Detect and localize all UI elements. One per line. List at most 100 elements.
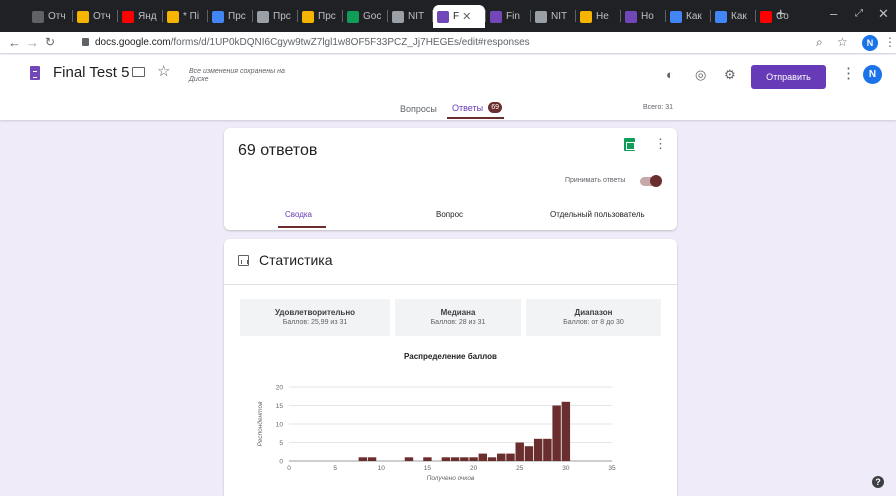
palette-icon[interactable]: ◐ xyxy=(666,67,674,82)
x-tick-label: 35 xyxy=(608,465,616,472)
statistics-card: Статистика Удовлетворительно Баллов: 25,… xyxy=(224,239,677,496)
x-tick-label: 20 xyxy=(470,465,478,472)
help-icon[interactable]: ? xyxy=(872,476,884,488)
histogram-bar xyxy=(441,457,451,461)
browser-tab[interactable]: Янд xyxy=(118,5,162,28)
histogram-bar xyxy=(367,457,377,461)
responses-more-icon[interactable]: ⋮ xyxy=(654,136,667,152)
x-axis-label: Получено очков xyxy=(427,475,475,482)
browser-tab[interactable]: Прс xyxy=(298,5,342,28)
browser-tab-title: Прс xyxy=(228,11,246,22)
browser-tab[interactable]: Отч xyxy=(28,5,72,28)
histogram-bar xyxy=(460,457,469,461)
histogram-bar xyxy=(497,453,506,461)
browser-tab-title: Ho xyxy=(641,11,654,22)
browser-tab[interactable]: Не xyxy=(576,5,620,28)
slides-icon xyxy=(302,10,314,23)
browser-tab[interactable]: Fin xyxy=(486,5,530,28)
forms-header: Final Test 5 ☆ Все изменения сохранены н… xyxy=(0,55,896,120)
responses-title: 69 ответов xyxy=(238,142,318,159)
y-tick-label: 0 xyxy=(279,459,283,466)
browser-tab[interactable]: Goc xyxy=(343,5,387,28)
tab-individual[interactable]: Отдельный пользователь xyxy=(550,210,645,219)
browser-tab[interactable]: Прс xyxy=(253,5,297,28)
browser-tab-title: Прс xyxy=(318,11,336,22)
browser-tab[interactable]: Ho xyxy=(621,5,665,28)
tab-responses[interactable]: Ответы 69 xyxy=(452,102,503,113)
histogram-bar xyxy=(404,457,414,461)
browser-tab[interactable]: * Пі xyxy=(163,5,207,28)
stat-range: Диапазон Баллов: от 8 до 30 xyxy=(526,299,661,336)
stat-average-value: Баллов: 25,99 из 31 xyxy=(282,319,348,326)
responses-card: 69 ответов ⋮ Принимать ответы Сводка Воп… xyxy=(224,128,677,230)
histogram-bar xyxy=(358,457,368,461)
send-button[interactable]: Отправить xyxy=(751,65,826,89)
browser-tab-title: Отч xyxy=(93,11,111,22)
app-icon xyxy=(257,10,269,23)
settings-gear-icon[interactable]: ⚙ xyxy=(724,67,736,83)
account-avatar[interactable]: N xyxy=(863,65,882,84)
folder-icon[interactable] xyxy=(132,67,145,77)
tab-responses-label: Ответы xyxy=(452,102,484,113)
stat-average: Удовлетворительно Баллов: 25,99 из 31 xyxy=(240,299,390,336)
statistics-title: Статистика xyxy=(259,252,333,268)
y-tick-label: 5 xyxy=(279,440,283,447)
insights-icon xyxy=(238,255,249,266)
browser-tab-title: NIT xyxy=(408,11,425,22)
browser-tab[interactable]: F ✕ xyxy=(433,5,485,28)
histogram-bar xyxy=(524,446,534,461)
stat-average-label: Удовлетворительно xyxy=(274,308,356,317)
forms-logo-icon[interactable] xyxy=(30,66,40,80)
slides-icon xyxy=(77,10,89,23)
close-tab-icon[interactable]: ✕ xyxy=(462,10,471,23)
x-tick-label: 10 xyxy=(378,465,386,472)
drive-icon xyxy=(580,10,592,23)
browser-tab-title: Янд xyxy=(138,11,157,22)
document-title[interactable]: Final Test 5 xyxy=(53,64,129,81)
back-icon[interactable]: ← xyxy=(8,35,21,50)
browser-tab[interactable]: Как xyxy=(666,5,710,28)
minimize-icon[interactable]: – xyxy=(830,6,837,21)
zoom-icon[interactable]: ⌕ xyxy=(816,35,823,50)
accepting-responses-toggle[interactable] xyxy=(640,175,662,187)
classroom-icon xyxy=(535,10,547,23)
browser-profile-avatar[interactable]: N xyxy=(862,35,878,51)
restore-icon[interactable]: ⤢ xyxy=(855,8,863,19)
histogram-bar xyxy=(487,457,497,461)
browser-tab[interactable]: NIT xyxy=(531,5,575,28)
browser-tab-title: Как xyxy=(731,11,747,22)
reload-icon[interactable]: ↻ xyxy=(45,35,55,49)
browser-menu-icon[interactable]: ⋮ xyxy=(884,35,896,49)
accepting-responses-label: Принимать ответы xyxy=(565,177,626,184)
histogram-bar xyxy=(533,438,543,461)
responses-count-badge: 69 xyxy=(488,102,503,113)
star-icon[interactable]: ☆ xyxy=(157,62,170,80)
doc-icon xyxy=(32,10,44,23)
close-window-icon[interactable]: ✕ xyxy=(878,6,889,22)
address-bar: ← → ↻ docs.google.com/forms/d/1UP0kDQNI6… xyxy=(0,32,896,54)
more-options-icon[interactable]: ⋮ xyxy=(841,64,856,82)
stat-range-label: Диапазон xyxy=(574,308,613,317)
tab-question[interactable]: Вопрос xyxy=(436,210,463,219)
new-tab-icon[interactable]: + xyxy=(776,6,785,24)
histogram-bar xyxy=(450,457,460,461)
browser-tab-strip: Отч Отч Янд * Пі Прс Прс Прс Goc NIT F ✕ Fin NIT Не Ho… xyxy=(0,0,896,32)
doc-icon xyxy=(212,10,224,23)
forward-icon[interactable]: → xyxy=(26,35,39,50)
histogram-bar xyxy=(423,457,432,461)
bookmark-star-icon[interactable]: ☆ xyxy=(837,35,848,49)
tab-questions[interactable]: Вопросы xyxy=(400,104,437,114)
tab-summary[interactable]: Сводка xyxy=(285,210,312,219)
stat-median-label: Медиана xyxy=(440,308,476,317)
browser-tab-title: F xyxy=(453,11,460,22)
yandex-icon xyxy=(122,10,134,23)
x-tick-label: 15 xyxy=(424,465,432,472)
url-field[interactable]: docs.google.com/forms/d/1UP0kDQNI6Cgyw9t… xyxy=(82,34,862,52)
browser-tab[interactable]: Отч xyxy=(73,5,117,28)
browser-tab[interactable]: NIT xyxy=(388,5,432,28)
forms-icon xyxy=(437,10,449,23)
browser-tab[interactable]: Прс xyxy=(208,5,252,28)
sheets-icon[interactable] xyxy=(624,138,635,151)
preview-eye-icon[interactable]: ◎ xyxy=(695,67,706,83)
browser-tab[interactable]: Как xyxy=(711,5,755,28)
